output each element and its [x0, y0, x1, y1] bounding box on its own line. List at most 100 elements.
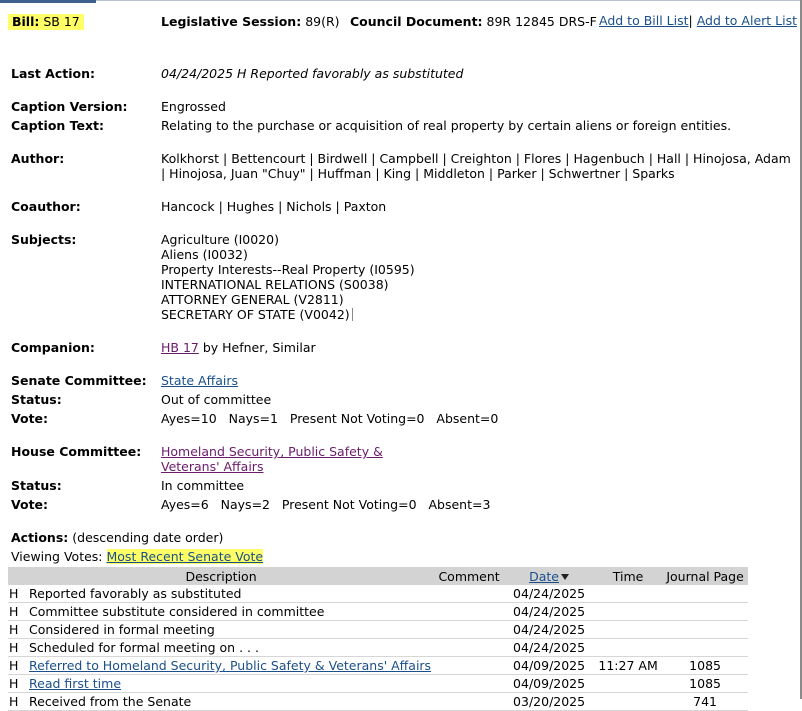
action-comment: [434, 656, 505, 675]
companion-rest: by Hefner, Similar: [202, 340, 316, 355]
subject-item: Agriculture (I0020): [161, 232, 279, 247]
companion-label: Companion:: [11, 340, 95, 355]
house-vote-label: Vote:: [11, 497, 49, 512]
author-line-2: | Hinojosa, Juan "Chuy" | Huffman | King…: [161, 166, 675, 181]
caption-version-label: Caption Version:: [11, 99, 128, 114]
action-chamber: H: [8, 602, 26, 621]
action-description-text: Committee substitute considered in commi…: [29, 604, 325, 619]
author-line-1: Kolkhorst | Bettencourt | Birdwell | Cam…: [161, 151, 791, 166]
senate-vote-label: Vote:: [11, 411, 49, 426]
bill-number-highlight: Bill: SB 17: [8, 14, 84, 30]
action-row: H Received from the Senate 03/20/2025 741: [8, 692, 749, 711]
action-date: 03/20/2025: [504, 692, 595, 711]
action-date: 04/24/2025: [504, 638, 595, 657]
subject-item: INTERNATIONAL RELATIONS (S0038): [161, 277, 389, 292]
session-info: Legislative Session: 89(R): [161, 14, 340, 29]
action-chamber: H: [8, 656, 26, 675]
senate-committee-label: Senate Committee:: [11, 373, 147, 388]
action-description-text: Scheduled for formal meeting on . . .: [29, 640, 259, 655]
action-description: Reported favorably as substituted: [26, 585, 435, 603]
action-description: Referred to Homeland Security, Public Sa…: [26, 656, 435, 675]
action-chamber: H: [8, 585, 26, 603]
council-document: Council Document: 89R 12845 DRS-F: [350, 14, 597, 29]
date-sort-link[interactable]: Date: [529, 569, 559, 584]
actions-label: Actions:: [11, 530, 69, 545]
top-nav-strip: [0, 0, 802, 3]
action-journal-page: [662, 585, 749, 603]
session-value: 89(R): [305, 14, 340, 29]
action-comment: [434, 602, 505, 621]
action-journal-page: [662, 620, 749, 639]
action-comment: [434, 620, 505, 639]
companion-bill-link[interactable]: HB 17: [161, 340, 199, 355]
subjects-label: Subjects:: [11, 232, 77, 247]
action-description-text: Reported favorably as substituted: [29, 586, 242, 601]
add-to-alert-list-link[interactable]: Add to Alert List: [697, 13, 797, 28]
action-time: [594, 692, 663, 711]
action-date: 04/24/2025: [504, 620, 595, 639]
action-description: Considered in formal meeting: [26, 620, 435, 639]
col-description: Description: [8, 567, 435, 585]
action-description-link[interactable]: Read first time: [29, 676, 121, 691]
subject-item: Property Interests--Real Property (I0595…: [161, 262, 415, 277]
action-comment: [434, 692, 505, 711]
col-time: Time: [594, 567, 663, 585]
action-description-link[interactable]: Referred to Homeland Security, Public Sa…: [29, 658, 431, 673]
action-comment: [434, 585, 505, 603]
bill-number: SB 17: [43, 14, 80, 29]
house-committee-link-cont[interactable]: Veterans' Affairs: [161, 459, 263, 474]
session-label: Legislative Session:: [161, 14, 302, 29]
caption-version-value: Engrossed: [161, 99, 226, 114]
action-time: 11:27 AM: [594, 656, 663, 675]
actions-heading: Actions: (descending date order): [11, 530, 223, 545]
senate-status-label: Status:: [11, 392, 62, 407]
last-action-label: Last Action:: [11, 66, 95, 81]
action-date: 04/09/2025: [504, 674, 595, 693]
caption-text-label: Caption Text:: [11, 118, 105, 133]
action-journal-page: 741: [662, 692, 749, 711]
coauthor-value: Hancock | Hughes | Nichols | Paxton: [161, 199, 387, 214]
subject-item-last: SECRETARY OF STATE (V0042): [161, 307, 353, 322]
subject-item: Aliens (I0032): [161, 247, 248, 262]
action-description: Committee substitute considered in commi…: [26, 602, 435, 621]
action-time: [594, 602, 663, 621]
house-committee-label: House Committee:: [11, 444, 142, 459]
action-row: H Scheduled for formal meeting on . . . 04…: [8, 638, 749, 657]
action-description: Scheduled for formal meeting on . . .: [26, 638, 435, 657]
col-journal-page: Journal Page: [662, 567, 749, 585]
col-comment: Comment: [434, 567, 505, 585]
col-date[interactable]: Date: [504, 567, 595, 585]
action-journal-page: [662, 602, 749, 621]
action-time: [594, 585, 663, 603]
caption-text-value: Relating to the purchase or acquisition …: [161, 118, 732, 133]
subject-item: ATTORNEY GENERAL (V2811): [161, 292, 344, 307]
action-date: 04/24/2025: [504, 602, 595, 621]
house-committee-link[interactable]: Homeland Security, Public Safety &: [161, 444, 383, 459]
house-status-label: Status:: [11, 478, 62, 493]
actions-table-header: Description Comment Date Time Journal Pa…: [8, 567, 749, 585]
senate-vote-value: Ayes=10 Nays=1 Present Not Voting=0 Abse…: [161, 411, 499, 426]
add-to-bill-list-link[interactable]: Add to Bill List: [599, 13, 689, 28]
companion-value: HB 17 by Hefner, Similar: [161, 340, 316, 355]
action-date: 04/09/2025: [504, 656, 595, 675]
viewing-votes: Viewing Votes: Most Recent Senate Vote: [11, 549, 264, 564]
last-action-value: 04/24/2025 H Reported favorably as subst…: [161, 66, 464, 81]
senate-status-value: Out of committee: [161, 392, 272, 407]
action-journal-page: [662, 638, 749, 657]
action-journal-page: 1085: [662, 674, 749, 693]
action-comment: [434, 638, 505, 657]
senate-committee-link[interactable]: State Affairs: [161, 373, 238, 388]
text-cursor: [351, 308, 353, 321]
coauthor-label: Coauthor:: [11, 199, 81, 214]
action-chamber: H: [8, 620, 26, 639]
most-recent-senate-vote-link[interactable]: Most Recent Senate Vote: [106, 549, 264, 564]
action-chamber: H: [8, 692, 26, 711]
action-date: 04/24/2025: [504, 585, 595, 603]
action-row: H Referred to Homeland Security, Public S…: [8, 656, 749, 675]
house-vote-value: Ayes=6 Nays=2 Present Not Voting=0 Absen…: [161, 497, 491, 512]
action-chamber: H: [8, 674, 26, 693]
action-description-text: Received from the Senate: [29, 694, 192, 709]
list-links: Add to Bill List| Add to Alert List: [599, 13, 797, 28]
actions-order-note: (descending date order): [72, 530, 224, 545]
action-description: Read first time: [26, 674, 435, 693]
